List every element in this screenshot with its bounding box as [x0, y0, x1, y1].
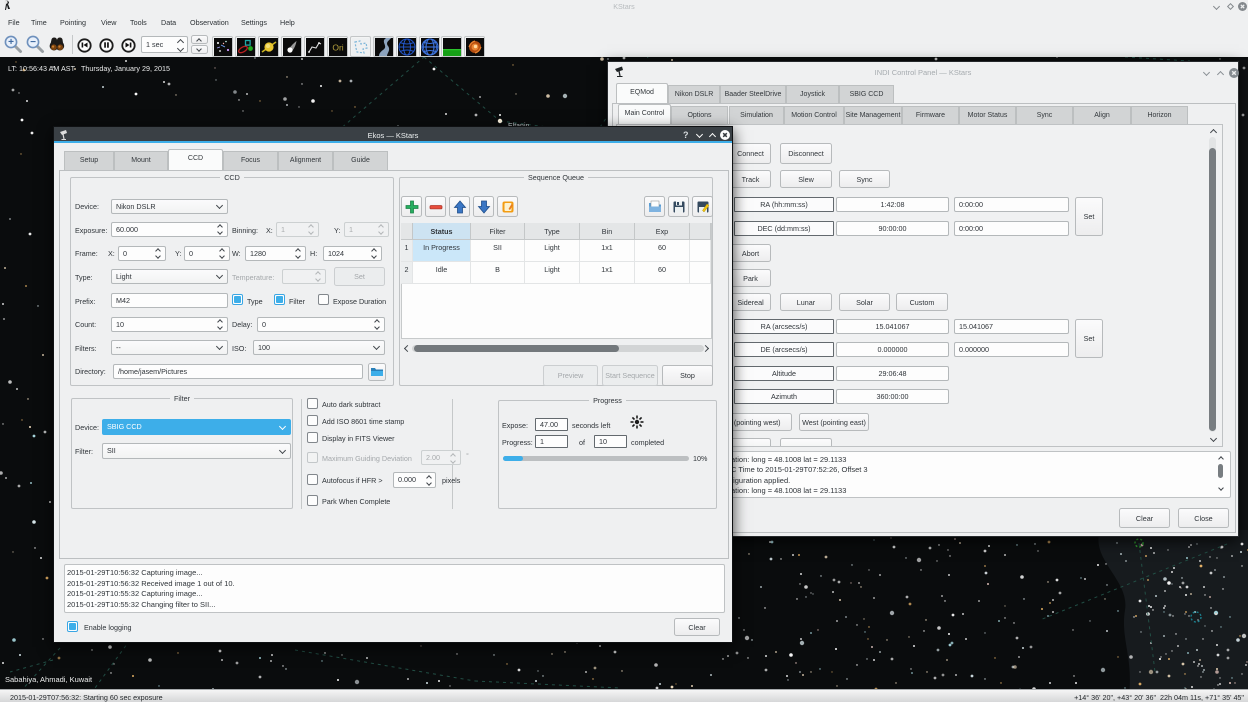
svg-text:+: + [8, 37, 14, 48]
svg-text:−: − [30, 37, 36, 48]
svg-text:Ori: Ori [332, 42, 343, 52]
